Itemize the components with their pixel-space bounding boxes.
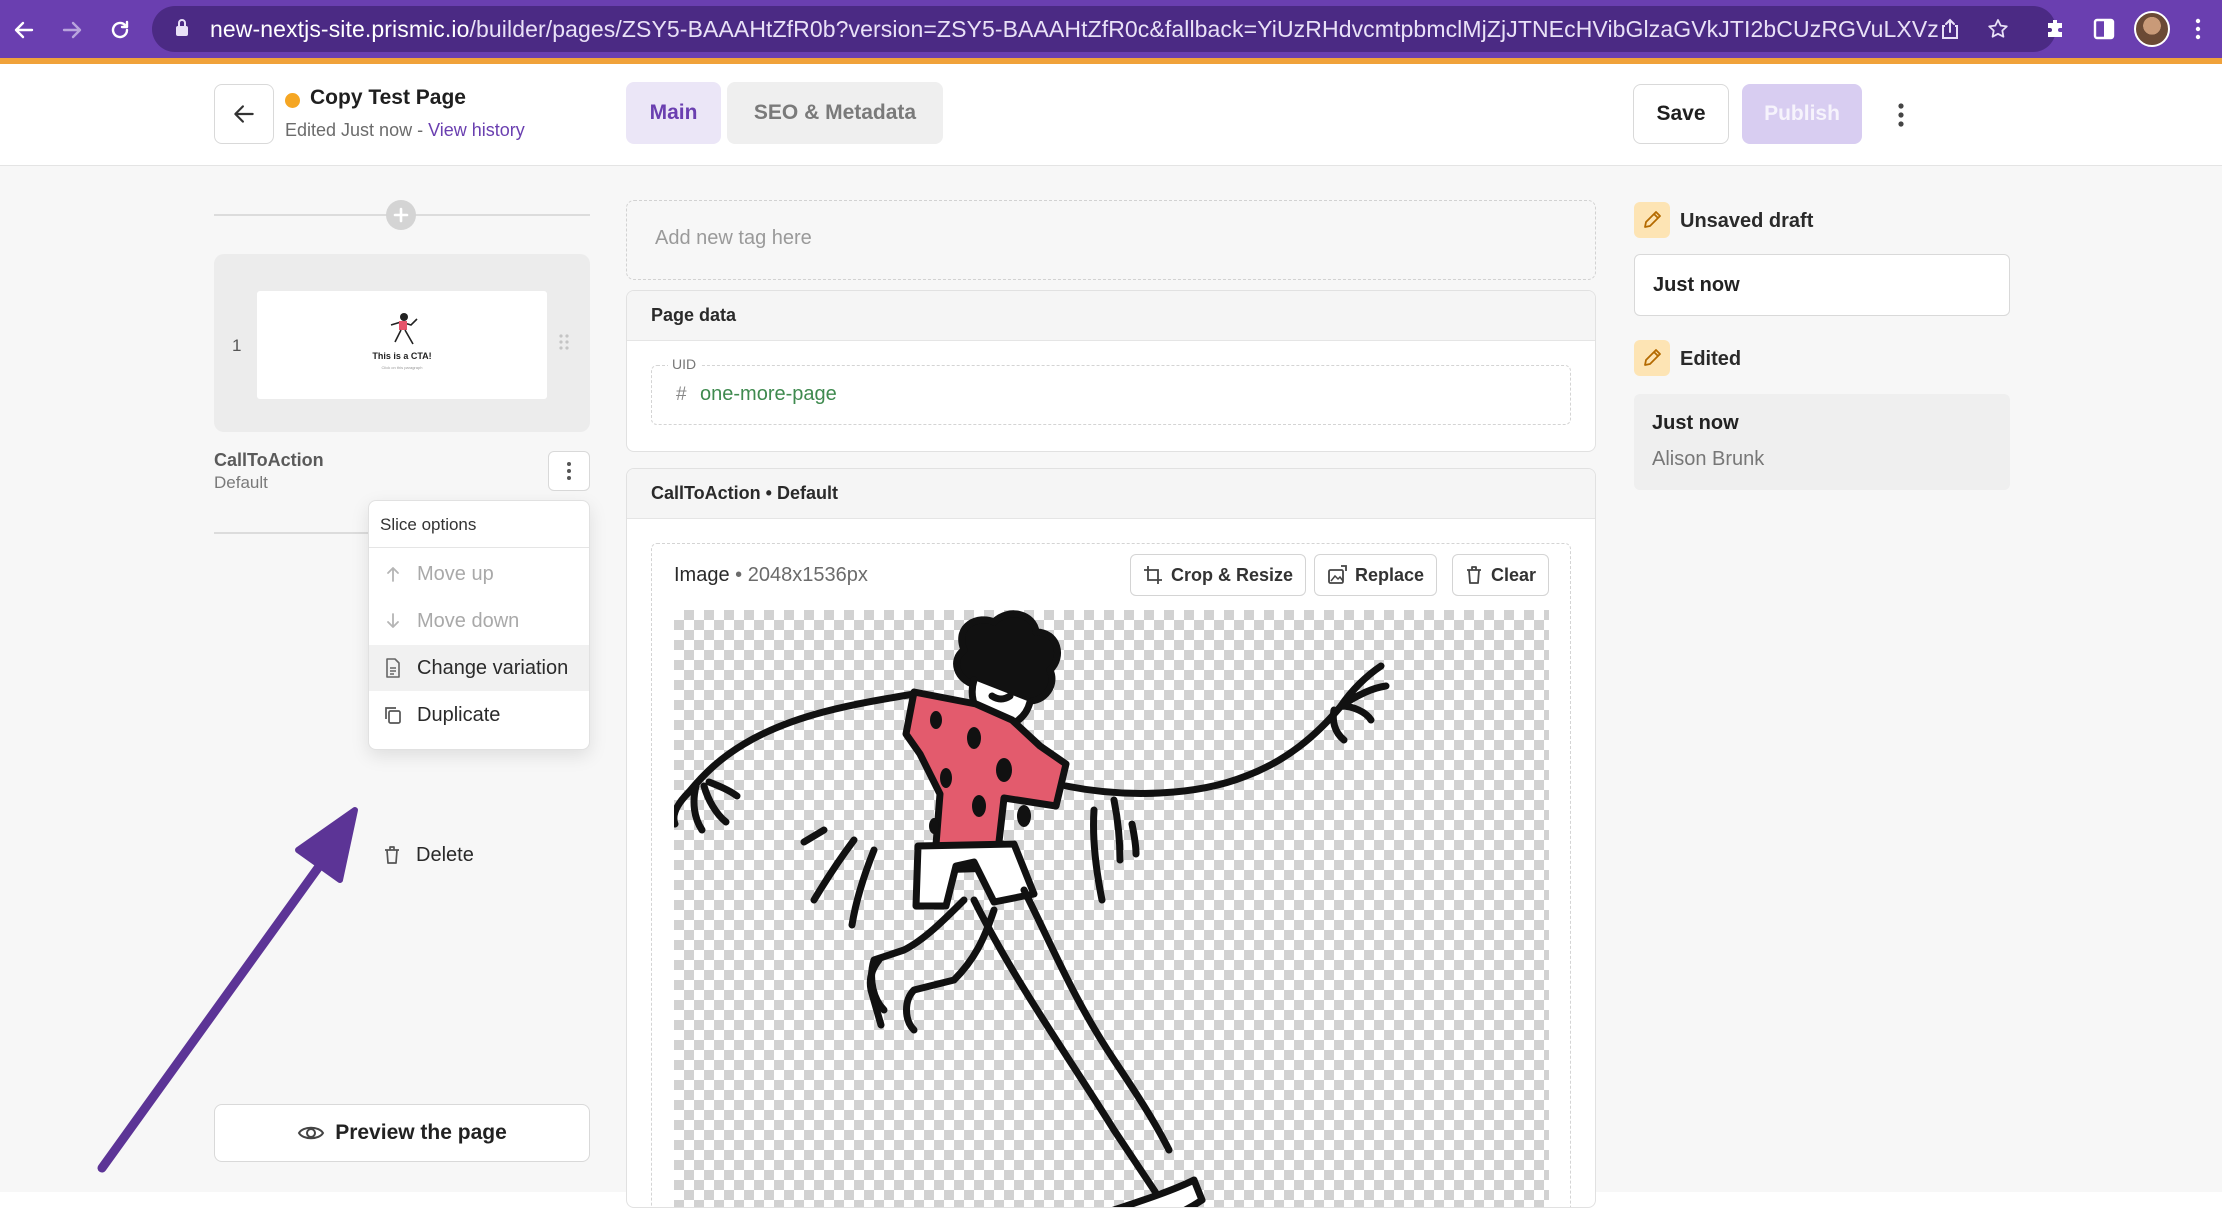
save-button[interactable]: Save: [1633, 84, 1729, 144]
arrow-left-icon: [231, 101, 257, 127]
crop-label: Crop & Resize: [1171, 564, 1294, 585]
dancing-figure-illustration: [674, 610, 1390, 1207]
document-icon: [383, 658, 403, 678]
tab-main[interactable]: Main: [626, 82, 721, 144]
view-history-link[interactable]: View history: [428, 120, 525, 140]
more-options-button[interactable]: [1886, 92, 1916, 138]
image-field: Image • 2048x1536px Crop & Resize Replac…: [651, 543, 1571, 1207]
trash-icon: [382, 845, 402, 865]
draft-time: Just now: [1653, 274, 1740, 296]
more-vertical-icon: [1897, 102, 1905, 128]
back-button[interactable]: [214, 84, 274, 144]
menu-item-move-down[interactable]: Move down: [369, 598, 589, 644]
slice-variation: Default: [214, 473, 268, 492]
side-panel-icon[interactable]: [2088, 13, 2120, 45]
thumbnail-subtext: Click on this paragraph: [381, 365, 423, 370]
edited-text: Edited Just now -: [285, 120, 429, 140]
tag-input[interactable]: Add new tag here: [626, 200, 1596, 280]
browser-toolbar: new-nextjs-site.prismic.io/builder/pages…: [0, 0, 2222, 58]
page-data-section: Page data UID # one-more-page: [626, 290, 1596, 452]
draft-status-box: Just now: [1634, 254, 2010, 316]
pencil-icon: [1634, 340, 1670, 376]
menu-item-delete[interactable]: Delete: [368, 832, 588, 878]
publish-button[interactable]: Publish: [1742, 84, 1862, 144]
menu-item-label: Move down: [417, 609, 520, 632]
menu-item-change-variation[interactable]: Change variation: [369, 645, 589, 691]
slice-options-button[interactable]: [548, 451, 590, 491]
section-title: Page data: [627, 291, 1595, 341]
menu-item-label: Duplicate: [417, 703, 501, 726]
page-title: Copy Test Page: [310, 86, 466, 109]
profile-avatar[interactable]: [2134, 11, 2170, 47]
add-slice-button[interactable]: [386, 200, 416, 230]
trash-icon: [1465, 565, 1483, 585]
menu-divider: [369, 547, 589, 548]
slice-options-menu: Slice options Move up Move down Change v…: [368, 500, 590, 750]
back-arrow-icon[interactable]: [8, 14, 40, 46]
replace-image-icon: [1327, 565, 1347, 585]
cta-slice-section: CallToAction • Default Image • 2048x1536…: [626, 468, 1596, 1208]
edited-status: Edited Just now - View history: [285, 120, 525, 141]
image-label-text: Image: [674, 564, 730, 586]
thumbnail-figure-icon: [390, 313, 418, 345]
section-title: CallToAction • Default: [627, 469, 1595, 519]
app-header: Copy Test Page Edited Just now - View hi…: [0, 64, 2222, 166]
more-vertical-icon: [566, 461, 572, 481]
edited-status-box: Just now Alison Brunk: [1634, 394, 2010, 490]
drag-handle-icon[interactable]: [558, 332, 572, 354]
replace-button[interactable]: Replace: [1314, 554, 1438, 596]
plus-icon: [392, 206, 410, 224]
menu-item-duplicate[interactable]: Duplicate: [369, 692, 589, 738]
preview-page-button[interactable]: Preview the page: [214, 1104, 590, 1162]
replace-label: Replace: [1355, 564, 1425, 585]
crop-resize-button[interactable]: Crop & Resize: [1130, 554, 1307, 596]
menu-item-label: Delete: [416, 843, 474, 866]
editor-content: 1 This is a CTA! Click on this paragraph…: [0, 166, 2222, 1208]
menu-item-label: Change variation: [417, 656, 569, 679]
tag-placeholder: Add new tag here: [655, 227, 812, 249]
bookmark-star-icon[interactable]: [1982, 13, 2014, 45]
uid-field[interactable]: UID # one-more-page: [651, 356, 1571, 425]
lock-icon: [174, 18, 192, 40]
preview-label: Preview the page: [335, 1121, 507, 1144]
draft-status-dot: [285, 93, 300, 108]
unsaved-draft-title: Unsaved draft: [1680, 210, 1814, 232]
slice-thumbnail: This is a CTA! Click on this paragraph: [257, 291, 547, 399]
eye-icon: [297, 1123, 325, 1143]
slice-card[interactable]: 1 This is a CTA! Click on this paragraph: [214, 254, 590, 432]
slice-name: CallToAction: [214, 450, 324, 470]
pencil-icon: [1634, 202, 1670, 238]
edited-author: Alison Brunk: [1652, 448, 1765, 470]
forward-arrow-icon[interactable]: [56, 14, 88, 46]
uid-value: one-more-page: [700, 383, 837, 405]
menu-header: Slice options: [380, 515, 477, 534]
image-preview: [674, 610, 1549, 1207]
url-text: new-nextjs-site.prismic.io/builder/pages…: [210, 15, 1939, 42]
browser-menu-icon[interactable]: [2182, 13, 2214, 45]
tab-seo-metadata[interactable]: SEO & Metadata: [727, 82, 943, 144]
extensions-puzzle-icon[interactable]: [2040, 13, 2072, 45]
clear-label: Clear: [1491, 564, 1537, 585]
slice-divider: [214, 532, 374, 534]
hash-icon: #: [676, 384, 687, 405]
crop-icon: [1143, 565, 1163, 585]
menu-item-label: Move up: [417, 562, 494, 585]
reload-icon[interactable]: [104, 14, 136, 46]
uid-label: UID: [668, 356, 701, 372]
image-dimensions: 2048x1536px: [747, 564, 868, 586]
copy-icon: [383, 705, 403, 725]
address-bar[interactable]: new-nextjs-site.prismic.io/builder/pages…: [152, 6, 2056, 52]
edited-time: Just now: [1652, 412, 1739, 434]
image-label: Image • 2048x1536px: [674, 564, 868, 586]
thumbnail-heading: This is a CTA!: [372, 351, 432, 361]
arrow-down-icon: [383, 611, 403, 631]
share-icon[interactable]: [1934, 13, 1966, 45]
edited-title: Edited: [1680, 348, 1742, 370]
slice-index: 1: [232, 336, 242, 355]
clear-button[interactable]: Clear: [1452, 554, 1550, 596]
menu-item-move-up[interactable]: Move up: [369, 551, 589, 597]
arrow-up-icon: [383, 564, 403, 584]
